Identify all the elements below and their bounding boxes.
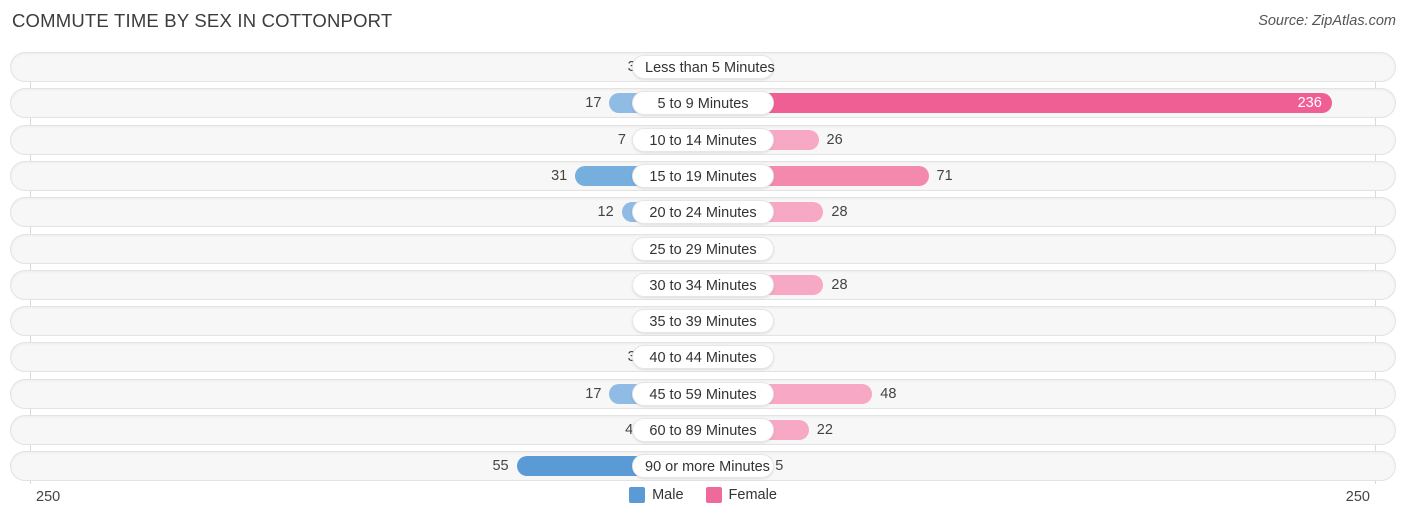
value-label-female: 5 (775, 458, 784, 475)
value-label-male: 4 (625, 422, 634, 438)
value-label-male: 3 (578, 52, 636, 82)
category-label: 20 to 24 Minutes (632, 200, 774, 225)
table-row: 0125 to 29 Minutes (10, 233, 1396, 264)
page-title: COMMUTE TIME BY SEX IN COTTONPORT (12, 10, 393, 31)
category-label: 90 or more Minutes (632, 454, 774, 479)
category-label: 25 to 29 Minutes (632, 236, 774, 261)
legend-item-female[interactable]: Female (705, 487, 777, 503)
table-row: 02830 to 34 Minutes (10, 269, 1396, 300)
value-label-male: 3 (578, 342, 636, 372)
legend-swatch-icon (705, 487, 722, 503)
value-label-female: 71 (936, 167, 953, 184)
value-label-female: 28 (831, 276, 848, 293)
category-label: Less than 5 Minutes (632, 55, 775, 79)
value-label-female: 26 (826, 131, 843, 148)
category-label: 40 to 44 Minutes (632, 345, 774, 370)
value-label-male: 7 (617, 131, 626, 148)
category-label: 45 to 59 Minutes (632, 381, 774, 406)
source-attribution: Source: ZipAtlas.com (1258, 13, 1396, 29)
value-label-male: 17 (585, 385, 602, 402)
value-label-male: 31 (551, 167, 568, 184)
legend-item-male[interactable]: Male (629, 487, 684, 503)
table-row: 0035 to 39 Minutes (10, 306, 1396, 337)
legend-label: Male (652, 487, 684, 503)
value-label-female: 28 (831, 204, 848, 221)
category-label: 35 to 39 Minutes (632, 309, 774, 334)
plot-area: 30Less than 5 Minutes172365 to 9 Minutes… (10, 52, 1396, 484)
table-row: 7 26 10 to 14 Minutes (10, 124, 1396, 155)
value-label-female: 1 (765, 234, 825, 264)
value-label-male: 12 (597, 204, 614, 221)
table-row: 4 22 60 to 89 Minutes (10, 415, 1396, 445)
table-row: 12 28 20 to 24 Minutes (10, 197, 1396, 228)
value-label-female: 48 (880, 385, 897, 402)
category-label: 60 to 89 Minutes (632, 418, 774, 442)
chart-legend: Male Female (0, 487, 1406, 503)
table-row: 17 236 5 to 9 Minutes (10, 88, 1396, 119)
table-row: 17 48 45 to 59 Minutes (10, 378, 1396, 409)
category-label: 5 to 9 Minutes (632, 91, 774, 116)
table-row: 3040 to 44 Minutes (10, 342, 1396, 373)
value-label-female: 236 (1297, 95, 1322, 112)
table-row: 30Less than 5 Minutes (10, 52, 1396, 82)
value-label-male: 17 (585, 95, 602, 112)
legend-swatch-icon (629, 487, 646, 503)
legend-label: Female (728, 487, 777, 503)
table-row: 55 5 90 or more Minutes (10, 451, 1396, 482)
bar-female[interactable] (703, 93, 1332, 114)
table-row: 31 71 15 to 19 Minutes (10, 160, 1396, 191)
category-label: 15 to 19 Minutes (632, 163, 774, 188)
category-label: 30 to 34 Minutes (632, 272, 774, 297)
category-label: 10 to 14 Minutes (632, 127, 774, 152)
value-label-male: 55 (492, 458, 509, 475)
chart-root: COMMUTE TIME BY SEX IN COTTONPORT Source… (0, 0, 1406, 523)
value-label-female: 22 (816, 422, 833, 438)
